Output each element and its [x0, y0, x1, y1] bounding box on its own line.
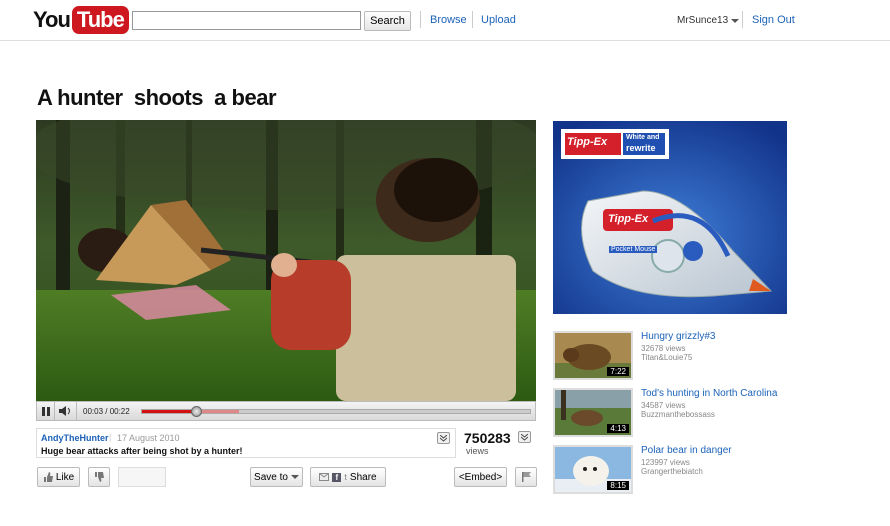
speaker-icon — [58, 406, 70, 416]
time-display: 00:03 / 00:22 — [83, 406, 130, 416]
video-duration: 7:22 — [607, 367, 629, 376]
logo-tube: Tube — [71, 6, 129, 34]
email-icon — [319, 473, 330, 481]
played-fill — [142, 410, 197, 413]
related-thumbnail[interactable]: 8:15 — [553, 445, 633, 494]
uploader-link[interactable]: AndyTheHunter — [41, 433, 109, 443]
nav-divider — [472, 11, 473, 28]
page-title: A hunter shoots a bear — [37, 85, 277, 110]
view-count-label: views — [466, 446, 489, 456]
like-label: Like — [55, 471, 75, 483]
related-thumbnail[interactable]: 7:22 — [553, 331, 633, 380]
chevron-down-icon — [440, 434, 447, 442]
thumbs-up-icon — [43, 472, 53, 482]
ad-product-brand: Tipp-Ex — [608, 213, 649, 225]
related-title[interactable]: Tod's hunting in North Carolina — [641, 388, 777, 399]
view-count: 750283 — [464, 430, 511, 446]
video-duration: 8:15 — [607, 481, 629, 490]
related-views: 123997 views — [641, 458, 690, 467]
save-to-button[interactable]: Save to — [250, 467, 303, 487]
chevron-down-icon — [290, 475, 299, 479]
sign-out-link[interactable]: Sign Out — [752, 14, 795, 26]
dislike-button[interactable] — [88, 467, 110, 487]
video-description: Huge bear attacks after being shot by a … — [41, 446, 243, 456]
ad-banner-image — [553, 121, 787, 314]
pause-icon — [41, 406, 50, 416]
upload-date: 17 August 2010 — [117, 433, 180, 443]
nav-divider — [742, 11, 743, 28]
flag-button[interactable] — [515, 467, 537, 487]
ad-tagline-line2: rewrite — [626, 143, 656, 153]
related-author[interactable]: Titan&Louie75 — [641, 353, 692, 362]
stats-expand-button[interactable] — [518, 431, 531, 443]
save-to-label: Save to — [254, 471, 288, 483]
share-label: Share — [349, 471, 377, 483]
facebook-icon: f — [332, 472, 342, 482]
flag-icon — [521, 472, 531, 482]
related-views: 34587 views — [641, 401, 686, 410]
share-button[interactable]: f t Share — [310, 467, 386, 487]
ad-brand-text: Tipp-Ex — [567, 136, 608, 148]
ad-tagline-line1: White and — [626, 134, 660, 141]
ad-product-name: Pocket Mouse — [609, 246, 658, 253]
pause-button[interactable] — [37, 402, 55, 420]
upload-link[interactable]: Upload — [481, 14, 516, 26]
twitter-icon: t — [344, 472, 347, 482]
youtube-logo[interactable]: You Tube — [33, 6, 129, 34]
video-info: AndyTheHunter | 17 August 2010 Huge bear… — [36, 428, 456, 458]
rating-bar — [118, 467, 166, 487]
logo-you: You — [33, 7, 71, 32]
player-controls: 00:03 / 00:22 — [36, 401, 536, 421]
divider: | — [109, 432, 112, 442]
top-bar: You Tube Search Browse Upload MrSunce13 … — [0, 0, 890, 41]
related-author[interactable]: Buzzmanthebossass — [641, 410, 715, 419]
volume-button[interactable] — [55, 402, 77, 420]
related-title[interactable]: Hungry grizzly#3 — [641, 331, 715, 342]
related-title[interactable]: Polar bear in danger — [641, 445, 732, 456]
expand-description-button[interactable] — [437, 432, 450, 444]
user-menu[interactable]: MrSunce13 — [677, 15, 740, 26]
video-frame-image — [36, 120, 536, 401]
scrubber-handle[interactable] — [191, 406, 203, 417]
advertisement[interactable]: Tipp-Ex White and rewrite Tipp-Ex Pocket… — [553, 121, 787, 314]
progress-bar[interactable] — [141, 406, 531, 417]
related-views: 32678 views — [641, 344, 686, 353]
related-author[interactable]: Grangerthebiatch — [641, 467, 703, 476]
chevron-down-icon — [731, 18, 740, 23]
video-player[interactable] — [36, 120, 536, 401]
search-input[interactable] — [132, 11, 361, 30]
browse-link[interactable]: Browse — [430, 14, 467, 26]
username: MrSunce13 — [677, 15, 729, 26]
nav-divider — [420, 11, 421, 28]
video-duration: 4:13 — [607, 424, 629, 433]
search-button[interactable]: Search — [364, 11, 411, 31]
chevron-down-icon — [521, 433, 528, 441]
embed-button[interactable]: <Embed> — [454, 467, 507, 487]
thumbs-down-icon — [95, 472, 104, 482]
like-button[interactable]: Like — [37, 467, 80, 487]
related-thumbnail[interactable]: 4:13 — [553, 388, 633, 437]
